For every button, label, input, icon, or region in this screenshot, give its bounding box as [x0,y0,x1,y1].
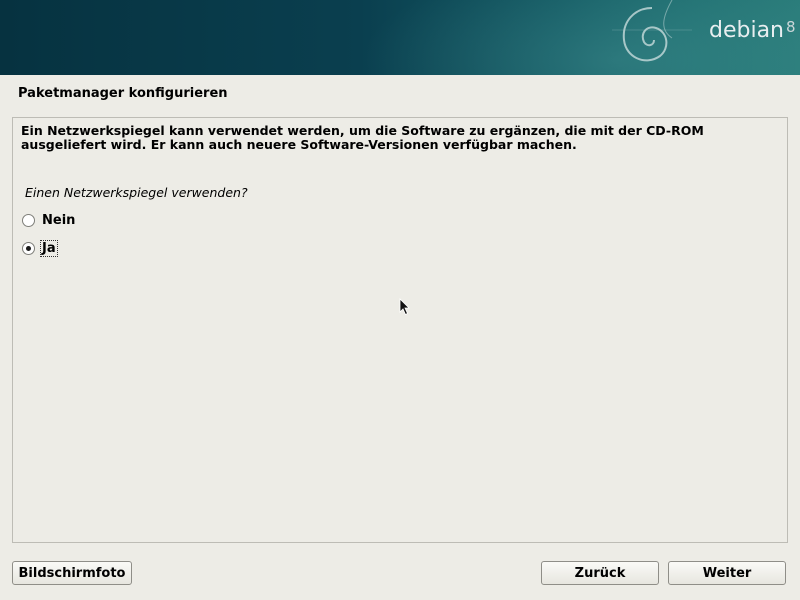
back-button[interactable]: Zurück [541,561,659,585]
question-label: Einen Netzwerkspiegel verwenden? [25,185,248,200]
description-text: Ein Netzwerkspiegel kann verwendet werde… [21,123,704,152]
screenshot-button[interactable]: Bildschirmfoto [12,561,132,585]
option-ja[interactable]: Ja [22,238,58,258]
radio-button-icon[interactable] [22,213,35,227]
radio-button-icon[interactable] [22,241,35,255]
page-title: Paketmanager konfigurieren [18,86,228,101]
option-label[interactable]: Ja [40,239,58,257]
option-nein[interactable]: Nein [22,210,76,230]
brand-logo: debian 8 [709,18,796,43]
mouse-pointer-icon [399,298,410,316]
content-panel: Ein Netzwerkspiegel kann verwendet werde… [12,117,788,543]
header-banner: debian 8 [0,0,800,75]
option-label[interactable]: Nein [41,213,76,228]
debian-swirl-icon [612,0,692,62]
brand-version: 8 [786,18,796,36]
next-button[interactable]: Weiter [668,561,786,585]
brand-name: debian [709,18,785,43]
